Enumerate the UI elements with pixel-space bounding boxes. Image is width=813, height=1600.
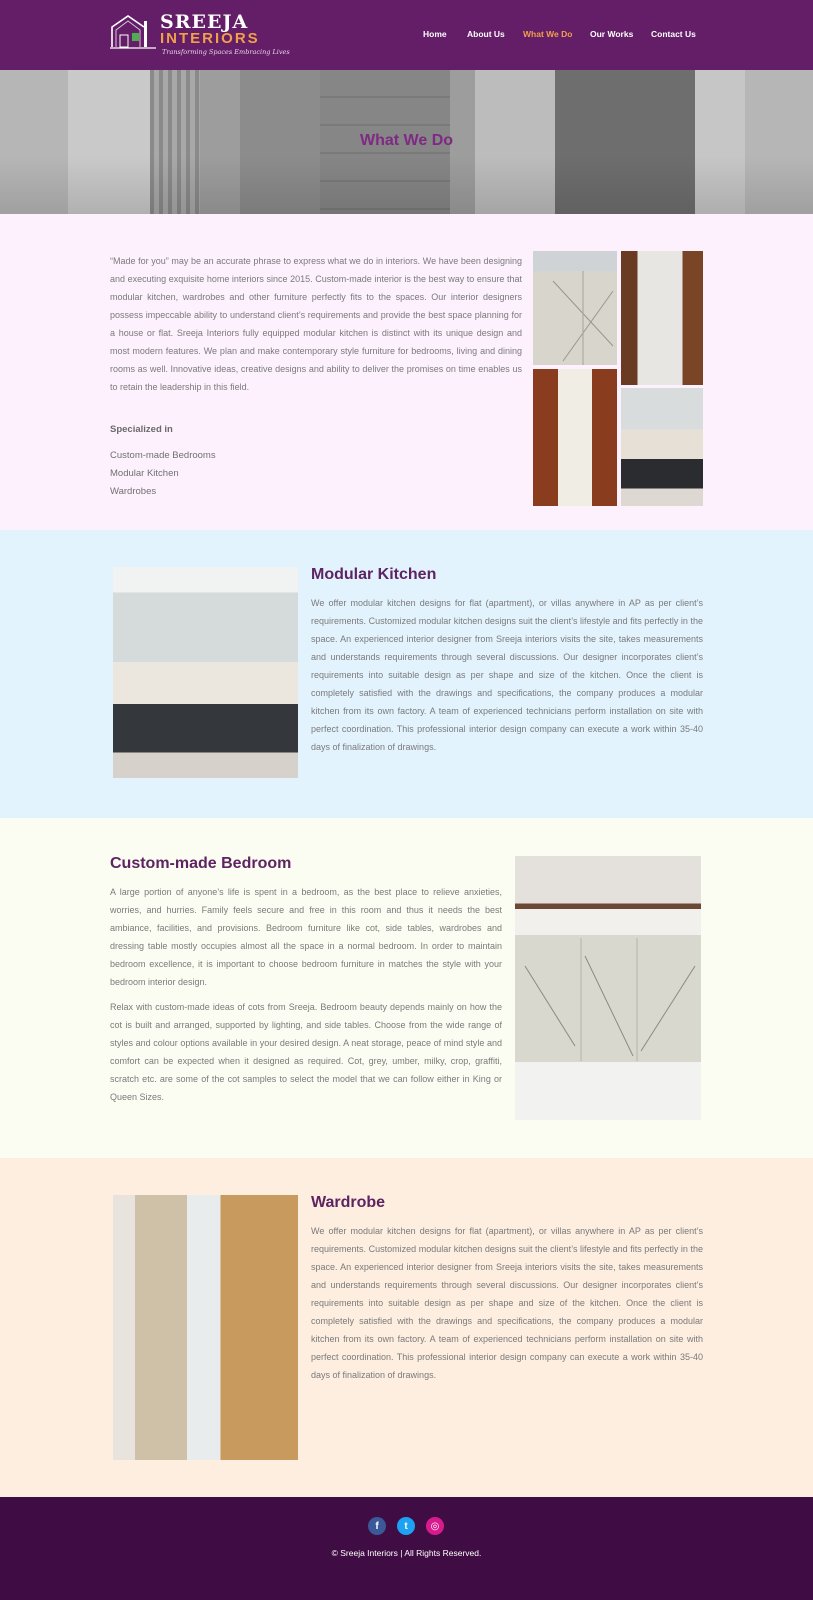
wardrobe-lines-icon	[552, 271, 614, 365]
nav-about-us[interactable]: About Us	[467, 29, 505, 39]
instagram-glyph: ◎	[430, 1520, 440, 1532]
modular-kitchen-title: Modular Kitchen	[311, 566, 437, 583]
facebook-icon[interactable]: f	[368, 1517, 386, 1535]
copyright-text: © Sreeja Interiors | All Rights Reserved…	[331, 1548, 482, 1558]
gallery-photo-wardrobe	[533, 251, 617, 365]
bedroom-paragraph-2: Relax with custom-made ideas of cots fro…	[110, 1002, 502, 1102]
instagram-icon[interactable]: ◎	[426, 1517, 444, 1535]
wardrobe-paragraph: We offer modular kitchen designs for fla…	[311, 1226, 703, 1380]
main-nav: Home About Us What We Do Our Works Conta…	[0, 29, 813, 43]
gallery-photo-pooja-unit	[533, 369, 617, 506]
modular-kitchen-section: Modular Kitchen We offer modular kitchen…	[0, 530, 813, 818]
logo-tagline: Transforming Spaces Embracing Lives	[162, 48, 290, 56]
site-header: SREEJA INTERIORS Transforming Spaces Emb…	[0, 0, 813, 70]
intro-paragraph: “Made for you” may be an accurate phrase…	[110, 256, 522, 392]
specialized-item: Custom-made Bedrooms	[110, 450, 216, 461]
specialized-item: Wardrobes	[110, 486, 157, 497]
bedroom-title: Custom-made Bedroom	[110, 855, 292, 872]
wardrobe-section: Wardrobe We offer modular kitchen design…	[0, 1158, 813, 1497]
gallery-photo-tv-unit	[621, 251, 703, 385]
modular-kitchen-photo	[113, 567, 298, 778]
specialized-title: Specialized in	[110, 424, 173, 435]
bedroom-photo	[515, 856, 701, 1120]
nav-what-we-do[interactable]: What We Do	[523, 29, 572, 39]
site-footer: f t ◎ © Sreeja Interiors | All Rights Re…	[0, 1497, 813, 1600]
nav-contact-us[interactable]: Contact Us	[651, 29, 696, 39]
twitter-icon[interactable]: t	[397, 1517, 415, 1535]
hero-floor-shade	[0, 156, 813, 214]
page-title: What We Do	[359, 132, 454, 149]
bedroom-section: Custom-made Bedroom A large portion of a…	[0, 818, 813, 1158]
hero-banner: What We Do	[0, 70, 813, 214]
nav-our-works[interactable]: Our Works	[590, 29, 633, 39]
wardrobe-title: Wardrobe	[311, 1194, 386, 1211]
gallery-photo-kitchen	[621, 388, 703, 506]
specialized-item: Modular Kitchen	[110, 468, 179, 479]
facebook-glyph: f	[375, 1520, 379, 1532]
bedroom-paragraph-1: A large portion of anyone’s life is spen…	[110, 887, 502, 987]
twitter-glyph: t	[404, 1520, 408, 1532]
wardrobe-photo	[113, 1195, 298, 1460]
nav-home[interactable]: Home	[423, 29, 447, 39]
wardrobe-lines-icon	[524, 938, 696, 1061]
modular-kitchen-paragraph: We offer modular kitchen designs for fla…	[311, 598, 703, 752]
intro-section: “Made for you” may be an accurate phrase…	[0, 214, 813, 530]
